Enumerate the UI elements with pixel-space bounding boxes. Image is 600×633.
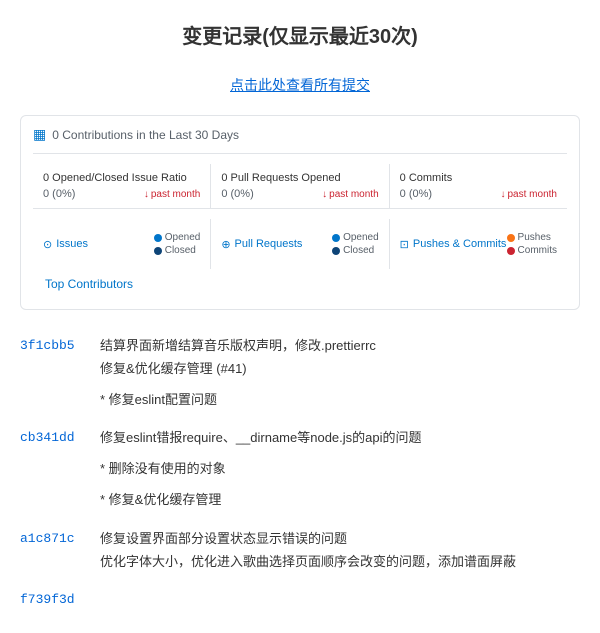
top-contributors[interactable]: Top Contributors [33, 269, 567, 299]
arrow-down-icon-3: ↓ [501, 189, 506, 200]
issues-ratio-value-row: 0 (0%) ↓ past month [43, 188, 200, 200]
grid-icon: ▦ [33, 126, 46, 143]
commits-chart-text: Pushes & Commits [413, 238, 507, 250]
commits-chart-label: ⊡ Pushes & Commits [400, 238, 507, 251]
pr-closed-dot [332, 247, 340, 255]
commit-messages: 结算界面新增结算音乐版权声明，修改.prettierrc修复&优化缓存管理 (#… [100, 336, 580, 412]
commit-item: f739f3d [20, 590, 580, 607]
commit-message-line: 修复设置界面部分设置状态显示错误的问题 [100, 529, 580, 550]
commit-messages [100, 590, 580, 607]
commit-message-line: 修复&优化缓存管理 (#41) [100, 359, 580, 380]
commit-message-line: 优化字体大小，优化进入歌曲选择页面顺序会改变的问题，添加谱面屏蔽 [100, 552, 580, 573]
pr-opened-text: Opened [343, 232, 379, 243]
stats-card: ▦ 0 Contributions in the Last 30 Days 0 … [20, 115, 580, 310]
pr-chart-cell: ⊕ Pull Requests Opened Closed [211, 219, 389, 269]
commits-chart-icon: ⊡ [400, 238, 409, 251]
arrow-down-icon: ↓ [144, 189, 149, 200]
issues-ratio-value: 0 (0%) [43, 188, 75, 200]
contributions-label: 0 Contributions in the Last 30 Days [52, 128, 239, 142]
commits-dot-legend: Commits [507, 245, 557, 256]
pr-opened-cell: 0 Pull Requests Opened 0 (0%) ↓ past mon… [211, 164, 389, 208]
commits-label: 0 Commits [400, 172, 557, 184]
commits-cell: 0 Commits 0 (0%) ↓ past month [390, 164, 567, 208]
commits-change: ↓ past month [501, 189, 557, 200]
commit-message-line: * 删除没有使用的对象 [100, 459, 580, 480]
stats-row: 0 Opened/Closed Issue Ratio 0 (0%) ↓ pas… [33, 164, 567, 209]
issues-closed-legend: Closed [154, 245, 201, 256]
commits-legend-text: Commits [518, 245, 557, 256]
issues-ratio-change: ↓ past month [144, 189, 200, 200]
issues-opened-legend: Opened [154, 232, 201, 243]
issues-chart-label: ⊙ Issues [43, 238, 88, 251]
issues-opened-text: Opened [165, 232, 201, 243]
pushes-text: Pushes [518, 232, 551, 243]
pushes-legend: Pushes [507, 232, 557, 243]
commit-message-line [100, 451, 580, 457]
commit-messages: 修复eslint错报require、__dirname等node.js的api的… [100, 428, 580, 512]
commit-list: 3f1cbb5 结算界面新增结算音乐版权声明，修改.prettierrc修复&优化… [0, 326, 600, 633]
pr-icon: ⊕ [221, 238, 230, 251]
commit-hash[interactable]: f739f3d [20, 590, 80, 607]
opened-dot [154, 234, 162, 242]
commits-change-label: past month [508, 189, 557, 200]
commit-message-line: 修复eslint错报require、__dirname等node.js的api的… [100, 428, 580, 449]
commit-hash[interactable]: a1c871c [20, 529, 80, 575]
commit-messages: 修复设置界面部分设置状态显示错误的问题优化字体大小，优化进入歌曲选择页面顺序会改… [100, 529, 580, 575]
pr-chart-label: ⊕ Pull Requests [221, 238, 302, 251]
pr-opened-change: ↓ past month [322, 189, 378, 200]
commit-message-line [100, 382, 580, 388]
commit-message-line: * 修复&优化缓存管理 [100, 490, 580, 511]
commit-message-line [100, 482, 580, 488]
top-contributors-label: Top Contributors [45, 277, 133, 291]
commits-value-row: 0 (0%) ↓ past month [400, 188, 557, 200]
commit-item: 3f1cbb5 结算界面新增结算音乐版权声明，修改.prettierrc修复&优化… [20, 336, 580, 412]
commits-dot-item [507, 247, 515, 255]
pr-opened-label: 0 Pull Requests Opened [221, 172, 378, 184]
pr-opened-legend: Opened [332, 232, 379, 243]
commit-message-line: 结算界面新增结算音乐版权声明，修改.prettierrc [100, 336, 580, 357]
view-all-commits-link[interactable]: 点击此处查看所有提交 [230, 77, 370, 93]
pr-opened-change-label: past month [329, 189, 378, 200]
issues-icon: ⊙ [43, 238, 52, 251]
commit-hash[interactable]: 3f1cbb5 [20, 336, 80, 412]
page-title: 变更记录(仅显示最近30次) [0, 0, 600, 59]
pr-closed-text: Closed [343, 245, 374, 256]
issues-chart-cell: ⊙ Issues Opened Closed [33, 219, 211, 269]
closed-dot [154, 247, 162, 255]
issues-ratio-label: 0 Opened/Closed Issue Ratio [43, 172, 200, 184]
commit-item: a1c871c 修复设置界面部分设置状态显示错误的问题优化字体大小，优化进入歌曲选… [20, 529, 580, 575]
pr-text: Pull Requests [235, 238, 303, 250]
commit-message-line: * 修复eslint配置问题 [100, 390, 580, 411]
issues-text: Issues [56, 238, 88, 250]
pushes-dot [507, 234, 515, 242]
issues-legend: Opened Closed [154, 232, 201, 256]
chart-row: ⊙ Issues Opened Closed ⊕ Pull Requests [33, 219, 567, 269]
commits-legend: Pushes Commits [507, 232, 557, 256]
pr-opened-value-row: 0 (0%) ↓ past month [221, 188, 378, 200]
arrow-down-icon-2: ↓ [322, 189, 327, 200]
commit-hash[interactable]: cb341dd [20, 428, 80, 512]
pr-opened-value: 0 (0%) [221, 188, 253, 200]
commits-value: 0 (0%) [400, 188, 432, 200]
pr-closed-legend: Closed [332, 245, 379, 256]
contributions-header: ▦ 0 Contributions in the Last 30 Days [33, 126, 567, 154]
commit-item: cb341dd 修复eslint错报require、__dirname等node.… [20, 428, 580, 512]
issues-closed-text: Closed [165, 245, 196, 256]
issues-ratio-cell: 0 Opened/Closed Issue Ratio 0 (0%) ↓ pas… [33, 164, 211, 208]
issues-ratio-change-label: past month [151, 189, 200, 200]
commits-chart-cell: ⊡ Pushes & Commits Pushes Commits [390, 219, 567, 269]
pr-opened-dot [332, 234, 340, 242]
pr-legend: Opened Closed [332, 232, 379, 256]
